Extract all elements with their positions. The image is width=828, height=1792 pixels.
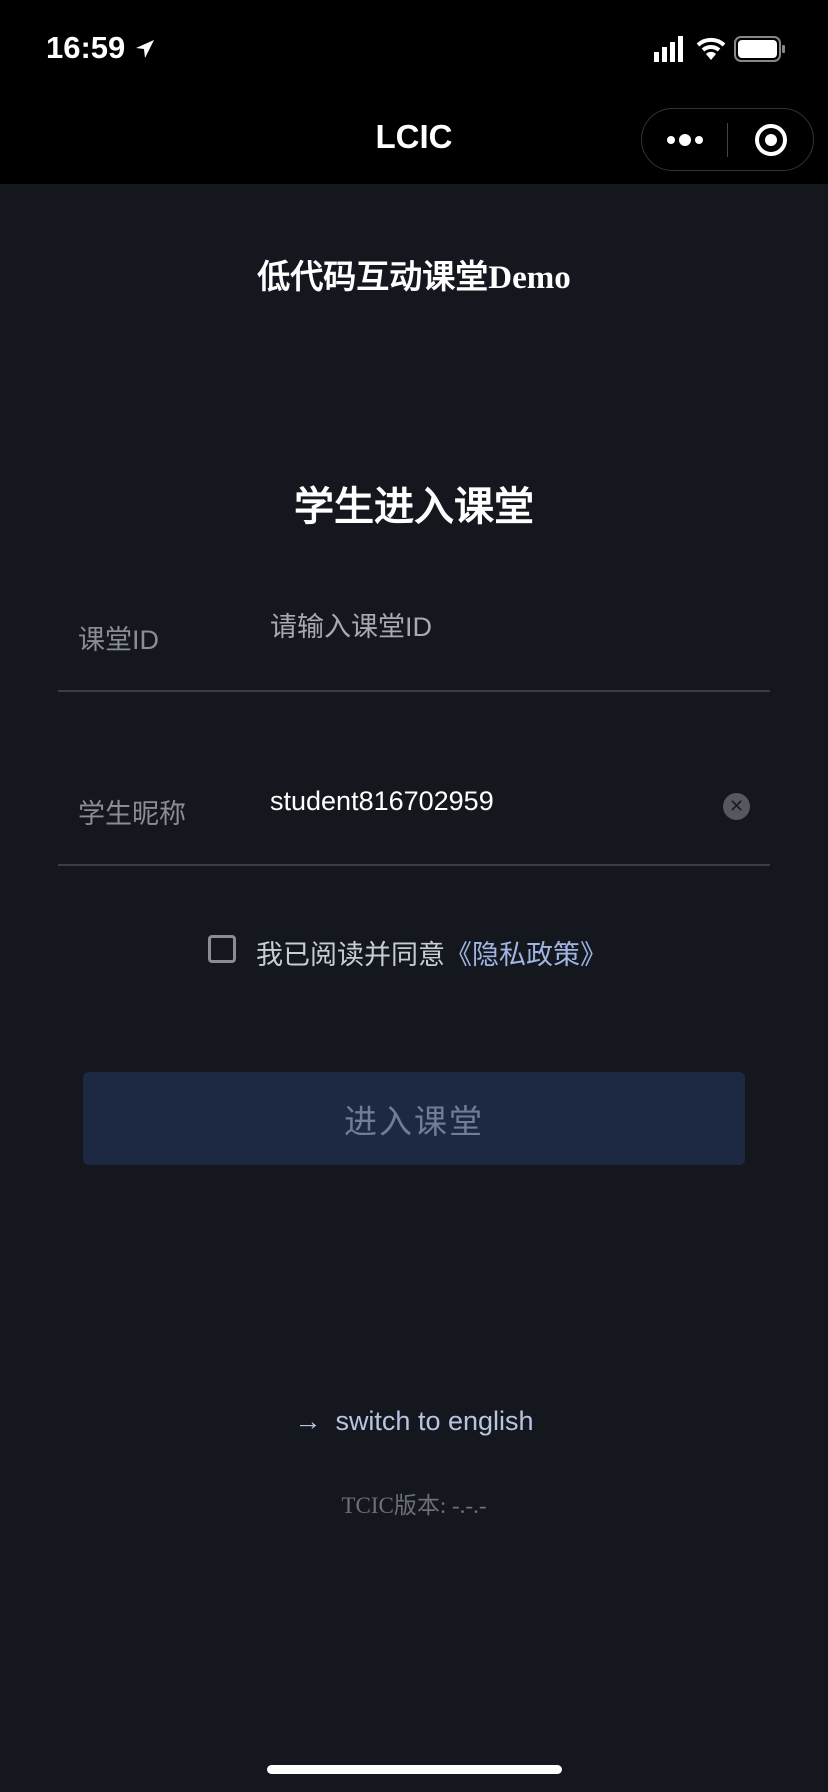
status-icons [654,36,786,62]
switch-language-link[interactable]: → switch to english [0,1406,828,1437]
close-button[interactable] [728,109,813,170]
battery-icon [734,36,785,62]
class-id-label: 课堂ID [78,625,159,655]
more-button[interactable] [642,109,727,170]
enter-class-button[interactable]: 进入课堂 [83,1072,745,1165]
nickname-label: 学生昵称 [78,799,186,829]
app-title: 低代码互动课堂Demo [257,260,571,296]
home-indicator [267,1765,562,1774]
signal-icon [654,36,683,62]
nickname-input[interactable] [270,786,710,817]
agree-text: 我已阅读并同意《隐私政策》 [256,940,607,970]
more-dots-icon [666,133,703,146]
target-circle-icon [754,123,787,156]
clear-input-button[interactable]: ✕ [723,793,750,820]
agree-checkbox[interactable] [208,935,236,963]
divider [58,864,770,866]
mini-program-capsule [641,108,814,171]
divider [58,690,770,692]
wifi-icon [696,37,726,60]
privacy-policy-link[interactable]: 《隐私政策》 [445,940,607,970]
location-arrow-icon [135,40,154,58]
form-heading: 学生进入课堂 [294,485,534,529]
arrow-right-icon: → [294,1406,322,1436]
class-id-input[interactable] [270,612,710,643]
status-time: 16:59 [46,30,156,66]
version-text: TCIC版本: -.-.- [341,1493,487,1518]
close-x-icon: ✕ [728,796,745,816]
